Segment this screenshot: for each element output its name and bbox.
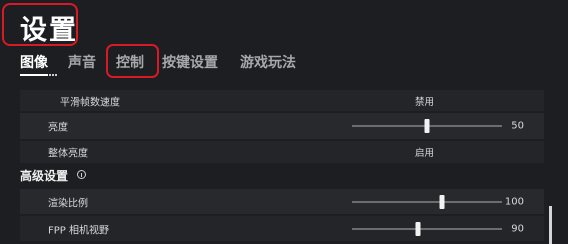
setting-row-fpp-fov[interactable]: FPP 相机视野 90 xyxy=(20,216,544,241)
tab-graphics[interactable]: 图像 xyxy=(20,52,48,72)
setting-value[interactable]: 禁用 xyxy=(415,94,434,108)
tab-gameplay[interactable]: 游戏玩法 xyxy=(240,52,296,72)
brightness-value: 50 xyxy=(511,120,524,132)
settings-screen: 设置 图像 声音 控制 按键设置 游戏玩法 平滑帧数速度 禁用 亮度 50 整体… xyxy=(0,0,568,244)
brightness-slider-thumb[interactable] xyxy=(424,119,430,133)
setting-row-overall-brightness[interactable]: 整体亮度 启用 xyxy=(20,141,544,163)
active-tab-underline xyxy=(20,74,48,76)
render-scale-value: 100 xyxy=(504,196,524,207)
fpp-fov-slider-track[interactable] xyxy=(352,227,502,230)
info-icon[interactable] xyxy=(77,170,86,179)
render-scale-slider-track[interactable] xyxy=(352,200,502,203)
fpp-fov-slider-thumb[interactable] xyxy=(415,221,421,236)
active-tab-underline-dots xyxy=(49,74,58,76)
advanced-settings-header: 高级设置 xyxy=(20,169,69,183)
setting-label: 渲染比例 xyxy=(48,198,88,209)
setting-row-brightness[interactable]: 亮度 50 xyxy=(20,113,544,139)
setting-label: 亮度 xyxy=(48,122,68,134)
setting-row-smooth-fps[interactable]: 平滑帧数速度 禁用 xyxy=(20,90,544,111)
setting-label: 整体亮度 xyxy=(48,148,88,160)
setting-row-render-scale[interactable]: 渲染比例 100 xyxy=(20,189,544,214)
tab-audio[interactable]: 声音 xyxy=(68,52,96,72)
controls-tab-highlight-box xyxy=(106,44,159,78)
tab-bar: 图像 声音 控制 按键设置 游戏玩法 xyxy=(0,48,568,78)
setting-label: FPP 相机视野 xyxy=(48,225,109,236)
render-scale-slider-thumb[interactable] xyxy=(439,194,445,209)
tab-keybindings[interactable]: 按键设置 xyxy=(162,52,218,72)
setting-value[interactable]: 启用 xyxy=(415,145,434,159)
fpp-fov-value: 90 xyxy=(511,223,524,234)
scrollbar[interactable] xyxy=(549,206,552,244)
setting-label: 平滑帧数速度 xyxy=(60,97,120,108)
title-highlight-box xyxy=(2,3,78,46)
